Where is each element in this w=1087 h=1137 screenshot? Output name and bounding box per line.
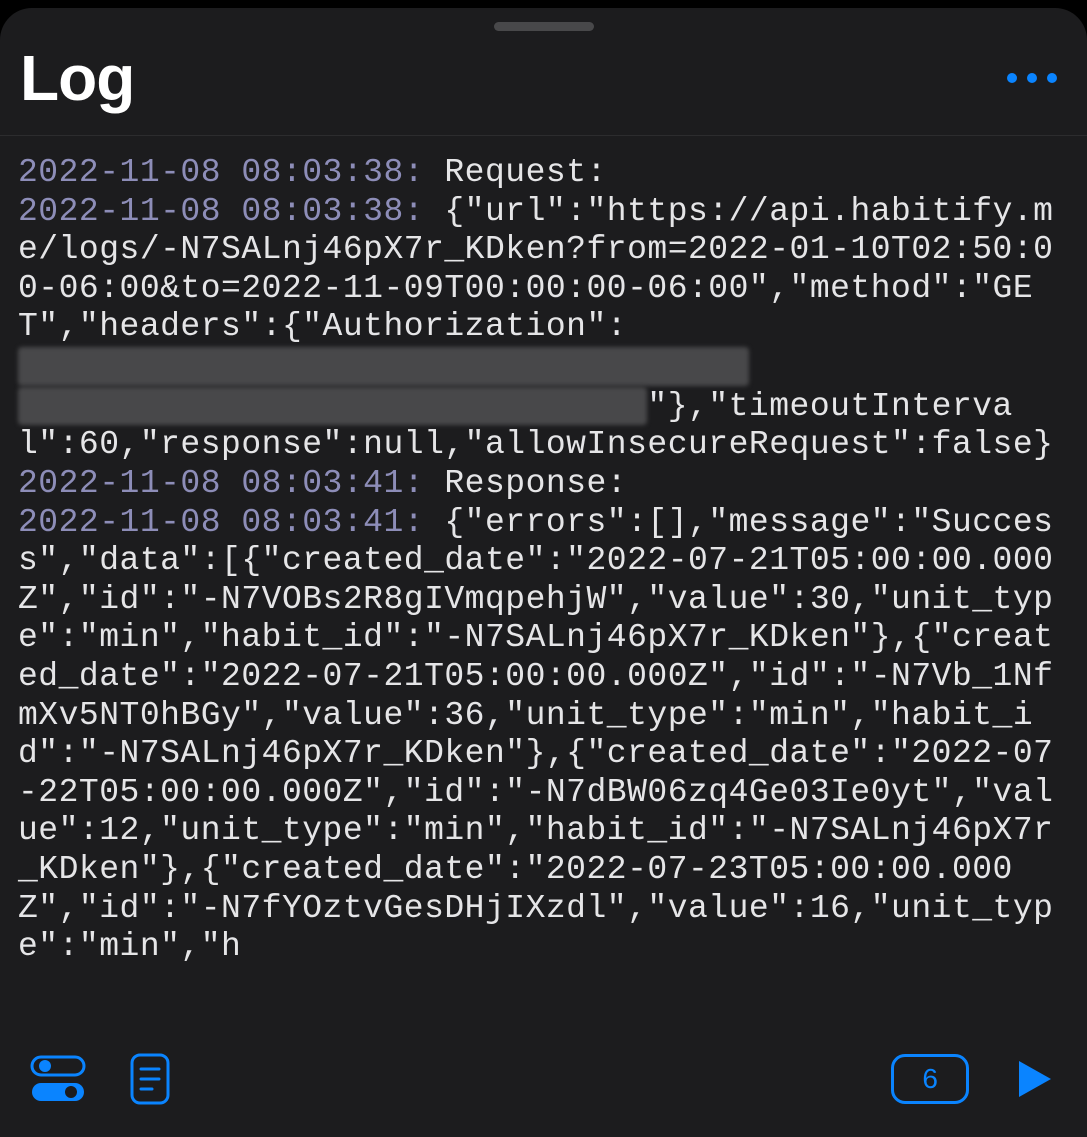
toggle-icon [30, 1051, 86, 1107]
log-timestamp: 2022-11-08 08:03:38: [18, 193, 424, 230]
ellipsis-icon [1047, 73, 1057, 83]
play-icon [1009, 1055, 1057, 1103]
redacted-content: xxxxxxxxxxxxxxxxxxxxxxxxxxxxxxx [18, 387, 647, 426]
log-timestamp: 2022-11-08 08:03:38: [18, 154, 424, 191]
log-entry: 2022-11-08 08:03:41: Response: [18, 465, 627, 502]
toolbar-left [30, 1051, 174, 1107]
page-title: Log [20, 41, 134, 115]
log-text: Response: [424, 465, 627, 502]
log-panel: Log 2022-11-08 08:03:38: Request: 2022-1… [0, 8, 1087, 1137]
log-entry: 2022-11-08 08:03:41: {"errors":[],"messa… [18, 504, 1053, 966]
header: Log [0, 31, 1087, 136]
log-output[interactable]: 2022-11-08 08:03:38: Request: 2022-11-08… [0, 136, 1087, 1031]
play-button[interactable] [1009, 1055, 1057, 1103]
more-menu-button[interactable] [1007, 73, 1057, 83]
document-button[interactable] [126, 1052, 174, 1106]
log-text: {"errors":[],"message":"Success","data":… [18, 504, 1053, 966]
toolbar: 6 [0, 1031, 1087, 1137]
log-entry: 2022-11-08 08:03:38: Request: [18, 154, 607, 191]
toggle-settings-button[interactable] [30, 1051, 86, 1107]
log-entry: 2022-11-08 08:03:38: {"url":"https://api… [18, 193, 1053, 464]
drag-handle[interactable] [494, 22, 594, 31]
count-badge: 6 [891, 1054, 969, 1104]
log-timestamp: 2022-11-08 08:03:41: [18, 504, 424, 541]
redacted-content: xxxxxxxxxxxxxxxxxxxxxxxxxxxxxxxxxxxx [18, 347, 749, 386]
ellipsis-icon [1007, 73, 1017, 83]
ellipsis-icon [1027, 73, 1037, 83]
count-badge-button[interactable]: 6 [891, 1054, 969, 1104]
log-timestamp: 2022-11-08 08:03:41: [18, 465, 424, 502]
document-icon [126, 1052, 174, 1106]
log-text: Request: [424, 154, 607, 191]
toolbar-right: 6 [891, 1054, 1057, 1104]
